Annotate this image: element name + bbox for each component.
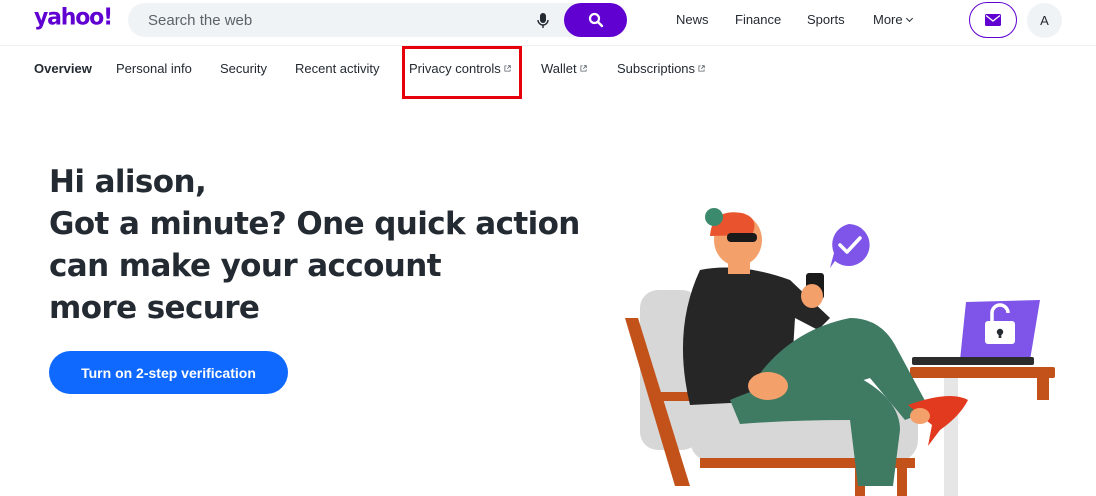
chevron-down-icon bbox=[905, 14, 913, 23]
microphone-icon[interactable] bbox=[536, 12, 550, 30]
nav-news[interactable]: News bbox=[676, 12, 709, 27]
search-bar bbox=[128, 3, 627, 37]
security-illustration bbox=[625, 208, 1055, 496]
mail-button[interactable] bbox=[969, 2, 1017, 38]
highlight-annotation-box bbox=[402, 46, 522, 99]
hero-line-3: can make your account bbox=[49, 248, 442, 284]
external-link-icon bbox=[580, 65, 587, 72]
nav-more-label: More bbox=[873, 12, 903, 27]
nav-sports[interactable]: Sports bbox=[807, 12, 845, 27]
tab-subscriptions-label: Subscriptions bbox=[617, 61, 696, 76]
nav-more[interactable]: More bbox=[873, 12, 913, 27]
hero-greeting: Hi alison, bbox=[49, 164, 207, 200]
tab-security[interactable]: Security bbox=[220, 61, 267, 76]
tab-wallet-label: Wallet bbox=[541, 61, 577, 76]
yahoo-logo[interactable]: yahoo! bbox=[34, 4, 113, 30]
hero-line-2: Got a minute? One quick action bbox=[49, 206, 580, 242]
tab-wallet[interactable]: Wallet bbox=[541, 61, 587, 76]
top-header: yahoo! News Finance Sports More A bbox=[0, 0, 1096, 46]
nav-finance[interactable]: Finance bbox=[735, 12, 781, 27]
tab-personal-info[interactable]: Personal info bbox=[116, 61, 192, 76]
two-step-verification-button[interactable]: Turn on 2-step verification bbox=[49, 351, 288, 394]
tab-recent-activity[interactable]: Recent activity bbox=[295, 61, 380, 76]
search-button[interactable] bbox=[564, 3, 627, 37]
search-input[interactable] bbox=[148, 3, 518, 37]
tab-overview[interactable]: Overview bbox=[34, 61, 92, 76]
external-link-icon bbox=[698, 65, 705, 72]
avatar[interactable]: A bbox=[1027, 3, 1062, 38]
mail-icon bbox=[985, 14, 1001, 26]
search-icon bbox=[588, 12, 603, 28]
tab-subscriptions[interactable]: Subscriptions bbox=[617, 61, 705, 76]
hero-line-4: more secure bbox=[49, 290, 260, 326]
